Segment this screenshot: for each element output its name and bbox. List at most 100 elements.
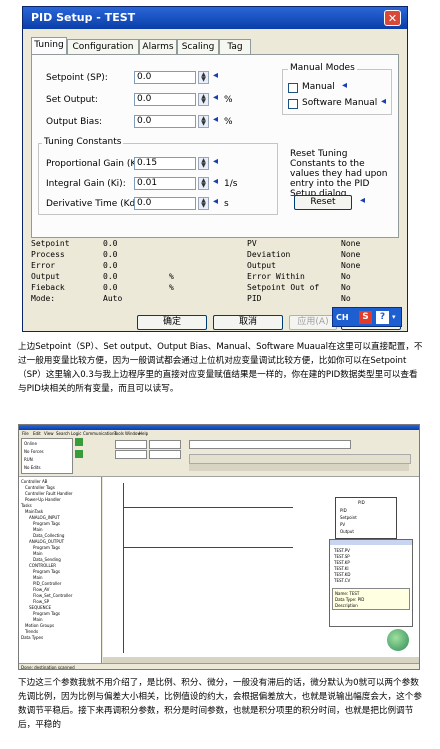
- tag-browser-popup[interactable]: TEST.PV TEST.SP TEST.KP TEST.KI TEST.KD …: [329, 539, 413, 627]
- tree-item[interactable]: MainTask: [25, 509, 43, 514]
- forces-dropdown[interactable]: [149, 440, 181, 449]
- set-output-label: Set Output:: [46, 95, 98, 105]
- apply-button[interactable]: 应用(A): [289, 315, 337, 330]
- path-bar[interactable]: [189, 440, 351, 449]
- tree-item[interactable]: Flow_Set_Controller: [33, 593, 72, 598]
- tree-item[interactable]: Main: [33, 617, 43, 622]
- sogou-s-icon[interactable]: S: [359, 311, 372, 324]
- path-dropdown[interactable]: [115, 440, 147, 449]
- options-arrow-icon[interactable]: ▾: [392, 313, 396, 321]
- status-label: Error Within: [247, 272, 305, 281]
- close-button[interactable]: ✕: [384, 10, 401, 26]
- instruction-tabs[interactable]: [189, 464, 409, 471]
- kp-spinner[interactable]: ▲ ▼: [198, 157, 209, 170]
- status-value: 0.0: [103, 261, 118, 270]
- edits-dropdown[interactable]: [149, 450, 181, 459]
- tree-item[interactable]: ANALOG_OUTPUT: [29, 539, 64, 544]
- status-label: PV: [247, 239, 257, 248]
- controller-status-box: Online No Forces RUN No Edits: [21, 438, 73, 474]
- status-value: No: [341, 272, 351, 281]
- tab-scaling[interactable]: Scaling: [177, 39, 219, 54]
- block-title: PID: [358, 500, 365, 505]
- tree-item[interactable]: Flow_SP: [33, 599, 49, 604]
- tree-item[interactable]: PID_Controller: [33, 581, 61, 586]
- tree-item[interactable]: Program Tags: [33, 611, 60, 616]
- tree-item[interactable]: Program Tags: [33, 545, 60, 550]
- rung-line: [123, 507, 293, 508]
- tag-row[interactable]: TEST.KI: [334, 566, 349, 571]
- tree-item[interactable]: CONTROLLER: [29, 563, 56, 568]
- tree-item[interactable]: Motion Groups: [25, 623, 54, 628]
- tree-item[interactable]: Tasks: [21, 503, 32, 508]
- tree-item[interactable]: Data_Collecting: [33, 533, 64, 538]
- ok-button[interactable]: 确定: [137, 315, 207, 330]
- tag-row[interactable]: TEST.KD: [334, 572, 350, 577]
- tree-item[interactable]: Program Tags: [33, 521, 60, 526]
- set-output-input[interactable]: 0.0: [134, 93, 196, 106]
- tree-item[interactable]: ANALOG_INPUT: [29, 515, 60, 520]
- kp-input[interactable]: 0.15: [134, 157, 196, 170]
- tuning-constants-title: Tuning Constants: [42, 137, 124, 147]
- tab-alarms[interactable]: Alarms: [139, 39, 177, 54]
- ladder-editor[interactable]: PID PID Setpoint PV Output TEST.PV TEST.…: [103, 477, 419, 657]
- tag-row[interactable]: TEST.SP: [334, 554, 350, 559]
- manual-checkbox[interactable]: [288, 83, 298, 93]
- status-label: Mode:: [31, 294, 56, 303]
- ki-spinner[interactable]: ▲ ▼: [198, 177, 209, 190]
- output-bias-unit: %: [224, 117, 233, 127]
- status-label: Output: [31, 272, 60, 281]
- status-value: 0.0: [103, 239, 118, 248]
- run-indicator-icon: [75, 438, 83, 446]
- pid-setup-dialog: PID Setup - TEST ✕ Tuning Configuration …: [22, 6, 408, 332]
- instruction-toolbar[interactable]: [189, 454, 411, 464]
- tab-tag[interactable]: Tag: [219, 39, 251, 54]
- output-bias-spinner[interactable]: ▲ ▼: [198, 115, 209, 128]
- software-manual-checkbox[interactable]: [288, 99, 298, 109]
- pid-instruction-block[interactable]: PID PID Setpoint PV Output: [335, 497, 397, 539]
- toolbar-area: Online No Forces RUN No Edits: [19, 436, 419, 477]
- tree-item[interactable]: Data_Sending: [33, 557, 61, 562]
- tag-row[interactable]: TEST.KP: [334, 560, 350, 565]
- setpoint-input[interactable]: 0.0: [134, 71, 196, 84]
- tree-item[interactable]: Program Tags: [33, 569, 60, 574]
- help-icon[interactable]: ?: [376, 311, 389, 324]
- kd-input[interactable]: 0.0: [134, 197, 196, 210]
- status-text: No Forces: [24, 449, 44, 454]
- cancel-button[interactable]: 取消: [213, 315, 283, 330]
- ime-language[interactable]: CH: [336, 313, 349, 322]
- block-row: Setpoint: [340, 515, 357, 520]
- tree-item[interactable]: Power-Up Handler: [25, 497, 61, 502]
- status-text: No Edits: [24, 465, 41, 470]
- tree-item[interactable]: Main: [33, 575, 43, 580]
- tree-item[interactable]: Main: [33, 527, 43, 532]
- tree-item[interactable]: Controller Tags: [25, 485, 55, 490]
- tree-item[interactable]: Data Types: [21, 635, 43, 640]
- tree-item[interactable]: Flow_AV: [33, 587, 49, 592]
- tree-item[interactable]: SEQUENCE: [29, 605, 51, 610]
- status-value: None: [341, 261, 361, 270]
- output-bias-input[interactable]: 0.0: [134, 115, 196, 128]
- status-label: Error: [31, 261, 56, 270]
- tag-row[interactable]: TEST.PV: [334, 548, 350, 553]
- status-label: PID: [247, 294, 262, 303]
- mode-dropdown[interactable]: [115, 450, 147, 459]
- set-output-spinner[interactable]: ▲ ▼: [198, 93, 209, 106]
- tree-item[interactable]: Controller Fault Handler: [25, 491, 73, 496]
- tree-item[interactable]: Main: [33, 551, 43, 556]
- manual-modes-group: [282, 69, 392, 115]
- tab-configuration[interactable]: Configuration: [67, 39, 139, 54]
- kd-spinner[interactable]: ▲ ▼: [198, 197, 209, 210]
- setpoint-spinner[interactable]: ▲ ▼: [198, 71, 209, 84]
- tab-tuning[interactable]: Tuning: [31, 37, 67, 55]
- status-value: No: [341, 283, 351, 292]
- ime-toolbar[interactable]: CH S ? ▾: [332, 307, 402, 327]
- ki-label: Integral Gain (Ki):: [46, 179, 126, 189]
- tuning-panel: Setpoint (SP): 0.0 ▲ ▼ ◂ Set Output: 0.0 …: [31, 54, 399, 238]
- tree-item[interactable]: Controller AB: [21, 479, 47, 484]
- tree-item[interactable]: Trends: [25, 629, 38, 634]
- arrow-left-icon: ◂: [213, 92, 219, 103]
- left-rail: [123, 483, 124, 653]
- ki-input[interactable]: 0.01: [134, 177, 196, 190]
- tag-row[interactable]: TEST.CV: [334, 578, 350, 583]
- reset-button[interactable]: Reset: [294, 195, 352, 210]
